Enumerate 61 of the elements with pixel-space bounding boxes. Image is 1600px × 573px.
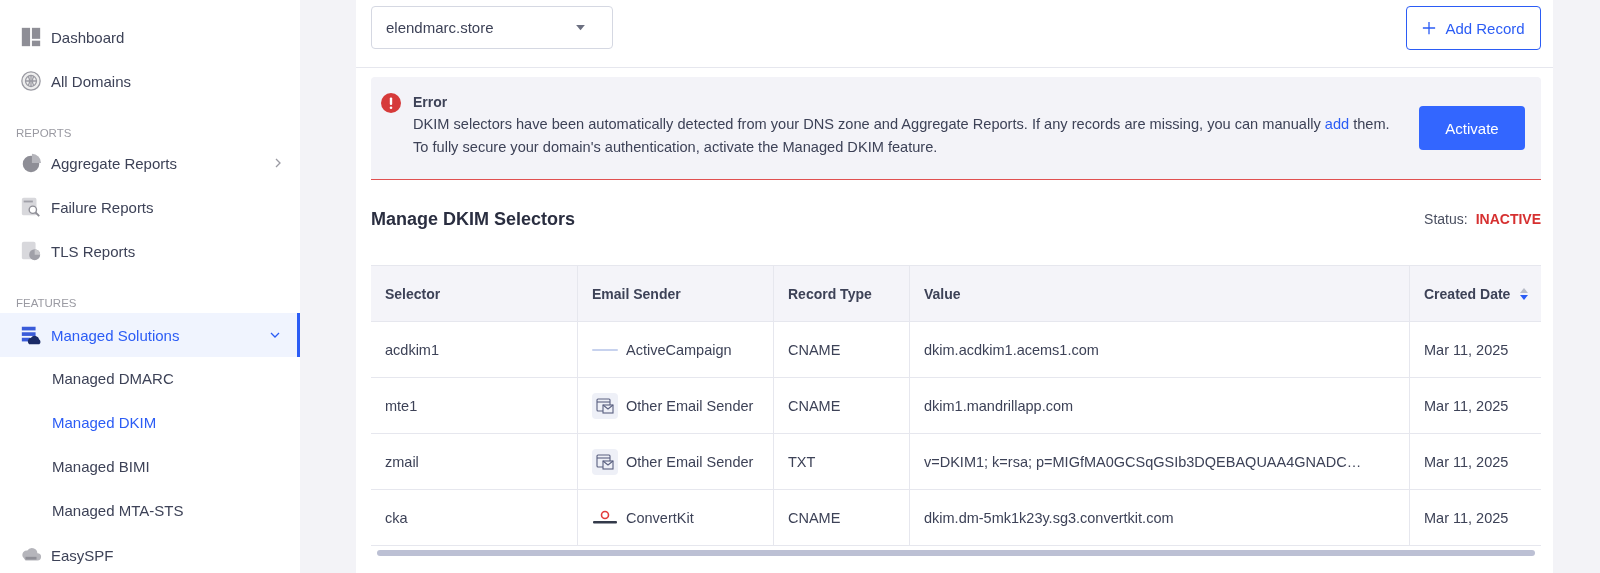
mail-window-icon [592,392,618,419]
table-cell: ConvertKit [626,509,694,526]
submenu-item[interactable]: Managed BIMI [0,445,300,489]
table-cell: dkim.dm-5mk1k23y.sg3.convertkit.com [910,490,1410,545]
status-value: INACTIVE [1475,211,1541,227]
table-cell-text: Mar 11, 2025 [1423,508,1510,528]
report-chart-icon [20,240,42,262]
table-cell: mte1 [371,378,578,433]
alert-message: DKIM selectors have been automatically detected from your DNS zone and Aggregate Reports. If any records are missing, you can manually add them. To fully secure your domain's authentication, activate the Managed DKIM feature. [413,114,1391,157]
add-record-button[interactable]: Add Record [1406,6,1541,50]
scrollbar[interactable] [377,550,1535,556]
table-cell-text: Mar 11, 2025 [1423,452,1510,472]
mail-window-icon [592,448,618,475]
table-cell: cka [371,490,578,545]
table-cell: TXT [774,434,910,489]
domain-dropdown[interactable]: elendmarc.store [371,6,613,49]
section-label: REPORTS [15,126,73,141]
table-cell: CNAME [774,378,910,433]
table-cell: ActiveCampaign [626,341,732,358]
submenu-item[interactable]: Managed MTA-STS [0,489,300,533]
sender-logo-icon [592,510,618,525]
sidebar-item[interactable]: Dashboard [0,15,300,59]
table-cell: Other Email Sender [626,397,754,414]
submenu-item[interactable]: Managed DKIM [0,401,300,445]
sender-logo-icon [592,348,618,351]
column-header: Record Type [774,266,910,321]
status-label: Status: [1424,211,1468,227]
table-cell: Other Email Sender [626,453,754,470]
table-cell: zmail [371,434,578,489]
column-header: Email Sender [578,266,774,321]
sidebar-item[interactable]: TLS Reports [0,229,300,273]
section-title: Manage DKIM Selectors [371,208,576,230]
column-header: Selector [371,266,578,321]
server-cloud-icon [20,324,42,346]
globe-icon [20,70,42,92]
sidebar-item[interactable]: Failure Reports [0,185,300,229]
alert-title: Error [413,93,449,110]
sidebar-item[interactable]: Managed Solutions [0,313,300,357]
table-cell: acdkim1 [371,322,578,377]
activate-button[interactable]: Activate [1419,106,1525,150]
plus-icon [1422,21,1437,35]
table-cell-text: Mar 11, 2025 [1423,340,1510,360]
report-search-icon [20,196,42,218]
table-cell: CNAME [774,322,910,377]
sidebar-item[interactable]: Aggregate Reports [0,141,300,185]
dashboard-icon [20,26,42,48]
table-cell: v=DKIM1; k=rsa; p=MIGfMA0GCSqGSIb3DQEBAQUAA4GNADC… [910,434,1410,489]
table-cell: dkim1.mandrillapp.com [910,378,1410,433]
submenu-item[interactable]: Managed DMARC [0,357,300,401]
column-header[interactable]: Created Date [1410,266,1541,321]
table-cell: dkim.acdkim1.acems1.com [910,322,1410,377]
table-cell: CNAME [774,490,910,545]
sidebar-item[interactable]: EasySPF [0,533,300,573]
table-cell-text: Mar 11, 2025 [1423,396,1510,416]
pie-chart-icon [20,152,42,174]
error-icon [381,93,401,113]
column-header: Value [910,266,1410,321]
section-label: FEATURES [15,296,78,311]
add-link[interactable]: add [1324,115,1350,132]
sidebar-item[interactable]: All Domains [0,59,300,103]
caret-icon [575,24,586,31]
